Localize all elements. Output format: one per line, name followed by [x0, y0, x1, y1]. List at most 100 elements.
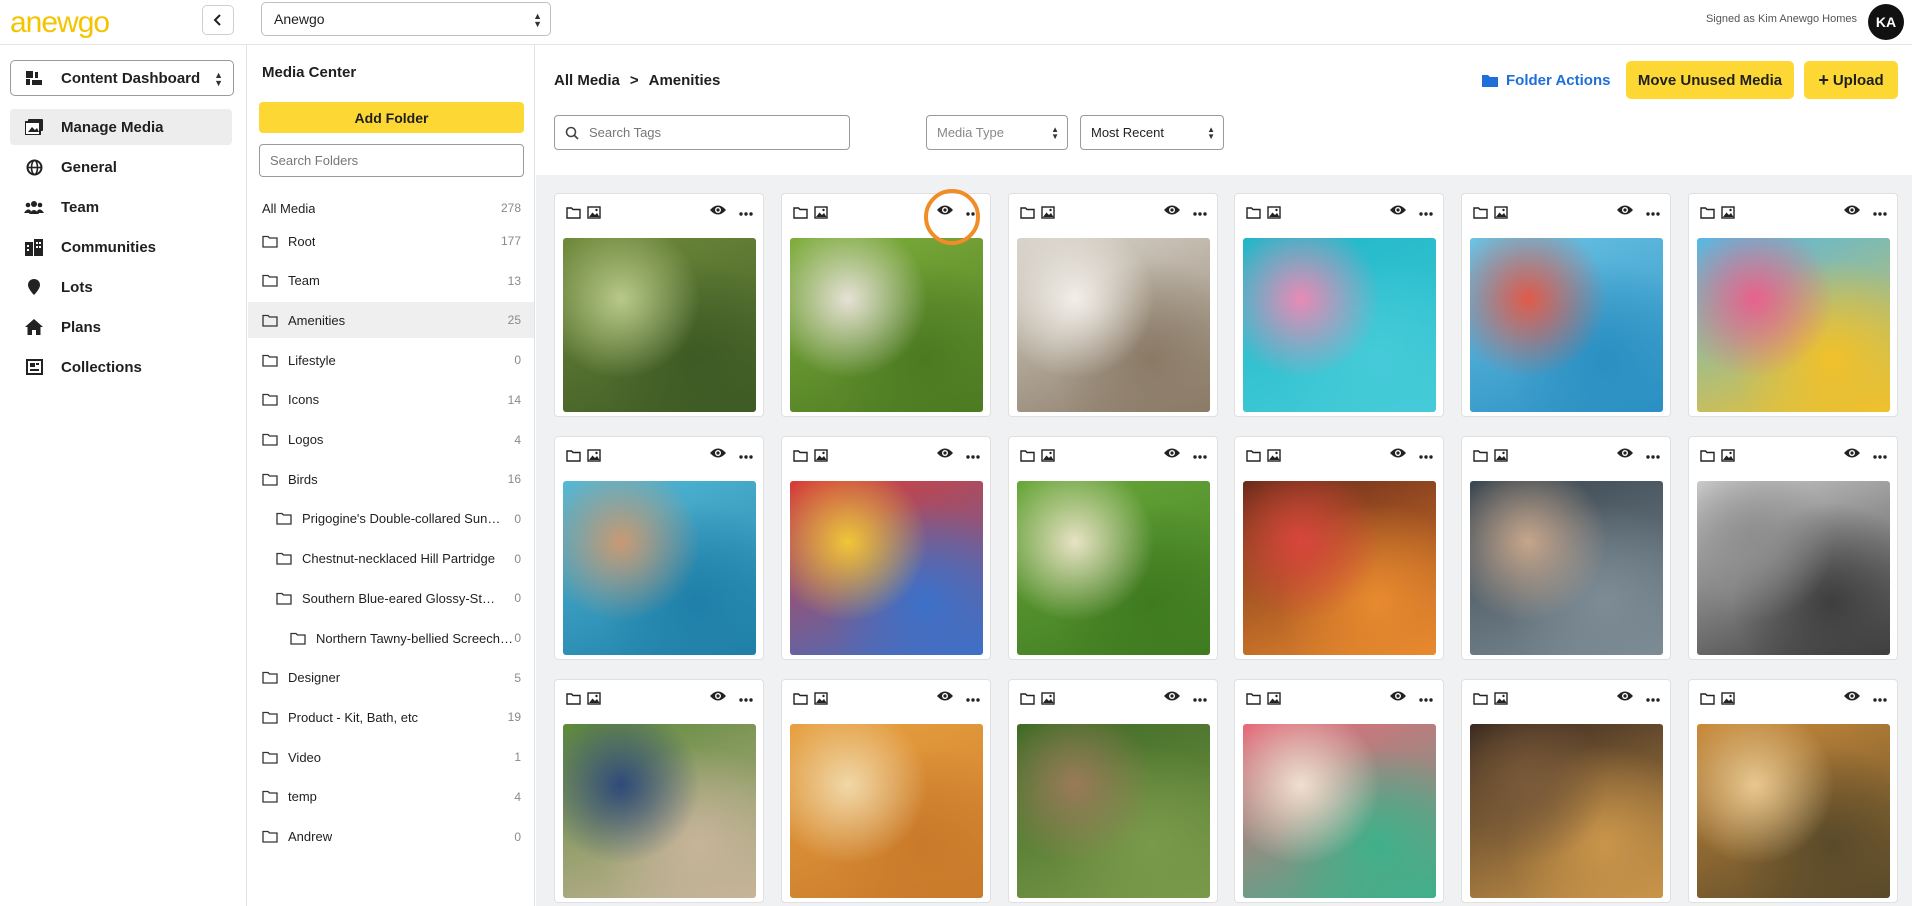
- folder-actions-button[interactable]: Folder Actions: [1482, 72, 1610, 89]
- eye-icon[interactable]: [1843, 203, 1861, 221]
- media-thumbnail[interactable]: [1017, 724, 1210, 898]
- move-unused-media-button[interactable]: Move Unused Media: [1626, 61, 1794, 99]
- add-folder-button[interactable]: Add Folder: [259, 102, 524, 133]
- media-card[interactable]: [781, 436, 991, 660]
- anewgo-logo[interactable]: anewgo: [10, 6, 110, 40]
- folder-item[interactable]: Video 1: [248, 739, 534, 775]
- more-options-icon[interactable]: [1646, 446, 1660, 464]
- folder-icon[interactable]: [793, 206, 808, 224]
- more-options-icon[interactable]: [966, 446, 980, 464]
- folder-icon[interactable]: [1700, 206, 1715, 224]
- media-card[interactable]: [1234, 679, 1444, 903]
- nav-item-lots[interactable]: Lots: [10, 269, 232, 305]
- media-thumbnail[interactable]: [563, 481, 756, 655]
- media-thumbnail[interactable]: [563, 724, 756, 898]
- dashboard-select[interactable]: Content Dashboard ▲ ▼: [10, 60, 234, 96]
- media-card[interactable]: [1688, 679, 1898, 903]
- folder-item[interactable]: Designer 5: [248, 660, 534, 696]
- more-options-icon[interactable]: [1873, 446, 1887, 464]
- folder-icon[interactable]: [566, 206, 581, 224]
- nav-item-collections[interactable]: Collections: [10, 349, 232, 385]
- sort-select[interactable]: Most Recent ▲ ▼: [1080, 115, 1224, 150]
- eye-icon[interactable]: [709, 689, 727, 707]
- folder-icon[interactable]: [1473, 449, 1488, 467]
- nav-item-general[interactable]: General: [10, 149, 232, 185]
- more-options-icon[interactable]: [1873, 689, 1887, 707]
- search-folders-input[interactable]: Search Folders: [259, 144, 524, 177]
- upload-button[interactable]: + Upload: [1804, 61, 1898, 99]
- eye-icon[interactable]: [1616, 689, 1634, 707]
- more-options-icon[interactable]: [1646, 203, 1660, 221]
- eye-icon[interactable]: [1389, 203, 1407, 221]
- folder-icon[interactable]: [1246, 206, 1261, 224]
- media-thumbnail[interactable]: [1243, 481, 1436, 655]
- more-options-icon[interactable]: [739, 689, 753, 707]
- nav-item-plans[interactable]: Plans: [10, 309, 232, 345]
- eye-icon[interactable]: [1843, 446, 1861, 464]
- more-options-icon[interactable]: [739, 446, 753, 464]
- media-thumbnail[interactable]: [1470, 481, 1663, 655]
- folder-icon[interactable]: [1473, 206, 1488, 224]
- media-thumbnail[interactable]: [1017, 481, 1210, 655]
- folder-icon[interactable]: [566, 449, 581, 467]
- folder-item[interactable]: Product - Kit, Bath, etc 19: [248, 699, 534, 735]
- media-card[interactable]: [1688, 436, 1898, 660]
- folder-item[interactable]: Lifestyle 0: [248, 342, 534, 378]
- more-options-icon[interactable]: [1419, 446, 1433, 464]
- folder-item[interactable]: Birds 16: [248, 461, 534, 497]
- nav-item-team[interactable]: Team: [10, 189, 232, 225]
- eye-icon[interactable]: [1389, 446, 1407, 464]
- media-thumbnail[interactable]: [1470, 724, 1663, 898]
- media-card[interactable]: [554, 436, 764, 660]
- media-thumbnail[interactable]: [790, 724, 983, 898]
- nav-item-communities[interactable]: Communities: [10, 229, 232, 265]
- folder-item[interactable]: temp 4: [248, 779, 534, 815]
- media-card[interactable]: [1461, 679, 1671, 903]
- folder-item[interactable]: Andrew 0: [248, 819, 534, 855]
- eye-icon[interactable]: [1616, 446, 1634, 464]
- media-card[interactable]: [554, 193, 764, 417]
- eye-icon[interactable]: [709, 203, 727, 221]
- folder-icon[interactable]: [793, 449, 808, 467]
- media-card[interactable]: [1008, 193, 1218, 417]
- media-thumbnail[interactable]: [1697, 238, 1890, 412]
- folder-icon[interactable]: [1020, 449, 1035, 467]
- eye-icon[interactable]: [1616, 203, 1634, 221]
- folder-item[interactable]: Logos 4: [248, 422, 534, 458]
- media-card[interactable]: [1688, 193, 1898, 417]
- folder-icon[interactable]: [1246, 692, 1261, 710]
- media-card[interactable]: [1461, 193, 1671, 417]
- folder-icon[interactable]: [1700, 692, 1715, 710]
- media-thumbnail[interactable]: [790, 481, 983, 655]
- more-options-icon[interactable]: [966, 689, 980, 707]
- media-thumbnail[interactable]: [1243, 724, 1436, 898]
- folder-item[interactable]: Icons 14: [248, 382, 534, 418]
- folder-item[interactable]: Southern Blue-eared Glossy-Starling 0: [248, 580, 534, 616]
- media-thumbnail[interactable]: [790, 238, 983, 412]
- folder-item[interactable]: Amenities 25: [248, 302, 534, 339]
- folder-item[interactable]: Chestnut-necklaced Hill Partridge 0: [248, 541, 534, 577]
- media-thumbnail[interactable]: [1697, 481, 1890, 655]
- media-thumbnail[interactable]: [1017, 238, 1210, 412]
- media-card[interactable]: [1008, 679, 1218, 903]
- folder-icon[interactable]: [1473, 692, 1488, 710]
- folder-item[interactable]: Prigogine's Double-collared Sunbird 0: [248, 501, 534, 537]
- more-options-icon[interactable]: [1193, 689, 1207, 707]
- folder-item[interactable]: Root 177: [248, 223, 534, 259]
- folder-item[interactable]: Northern Tawny-bellied Screech-Owl 0: [248, 620, 534, 656]
- eye-icon[interactable]: [1163, 689, 1181, 707]
- folder-icon[interactable]: [793, 692, 808, 710]
- folder-icon[interactable]: [1700, 449, 1715, 467]
- media-thumbnail[interactable]: [563, 238, 756, 412]
- eye-icon[interactable]: [936, 446, 954, 464]
- more-options-icon[interactable]: [1419, 203, 1433, 221]
- more-options-icon[interactable]: [1193, 446, 1207, 464]
- more-options-icon[interactable]: [1419, 689, 1433, 707]
- collapse-sidebar-button[interactable]: [202, 5, 234, 35]
- media-card[interactable]: [1234, 193, 1444, 417]
- eye-icon[interactable]: [709, 446, 727, 464]
- nav-item-manage-media[interactable]: Manage Media: [10, 109, 232, 145]
- more-options-icon[interactable]: [1646, 689, 1660, 707]
- search-tags-input[interactable]: Search Tags: [554, 115, 850, 150]
- media-card[interactable]: [554, 679, 764, 903]
